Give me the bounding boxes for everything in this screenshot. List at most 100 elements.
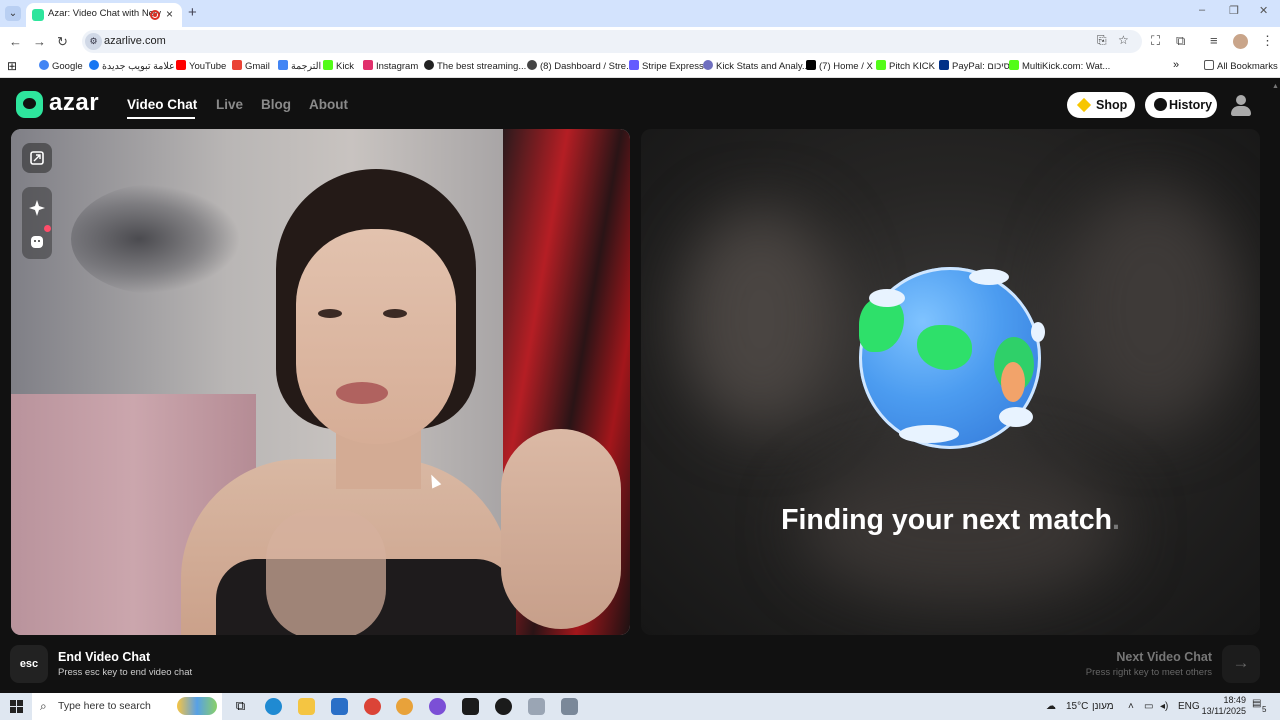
clock-icon xyxy=(1154,98,1167,111)
translate-icon xyxy=(278,60,288,70)
media-controls-icon[interactable]: ≡ xyxy=(1210,33,1218,48)
forward-arrow-icon[interactable]: → xyxy=(33,34,46,49)
ceiling-fan-shape xyxy=(71,184,241,294)
bookmark-youtube[interactable]: YouTube xyxy=(176,60,226,72)
bookmark-google[interactable]: Google xyxy=(39,60,83,72)
nav-blog[interactable]: Blog xyxy=(261,97,291,112)
expand-video-icon[interactable] xyxy=(22,143,52,173)
reload-icon[interactable]: ↻ xyxy=(57,34,68,50)
dashboard-icon xyxy=(527,60,537,70)
taskbar-clock[interactable]: 18:49 13/11/2025 xyxy=(1198,695,1246,717)
chrome-icon[interactable] xyxy=(364,698,381,715)
clock-time: 18:49 xyxy=(1223,695,1246,705)
screen-capture-icon[interactable]: ⛶ xyxy=(1151,33,1160,49)
nav-live[interactable]: Live xyxy=(216,97,243,112)
shop-button[interactable]: Shop xyxy=(1067,92,1135,118)
loading-dots: . xyxy=(1112,504,1120,536)
facebook-icon xyxy=(89,60,99,70)
notifications-icon[interactable]: ▤ xyxy=(1252,698,1261,709)
history-button[interactable]: History xyxy=(1145,92,1217,118)
language-indicator[interactable]: ENG xyxy=(1178,701,1200,712)
scrollbar-up-arrow[interactable]: ▲ xyxy=(1272,83,1279,90)
globe-icon xyxy=(859,267,1045,449)
next-arrow-icon[interactable]: → xyxy=(1222,645,1260,683)
bookmark-pitch-kick[interactable]: Pitch KICK xyxy=(876,60,935,72)
bookmark-gmail[interactable]: Gmail xyxy=(232,60,270,72)
browser-menu-icon[interactable]: ⋮ xyxy=(1261,33,1274,49)
bookmark-stripe[interactable]: Stripe Express xyxy=(629,60,704,72)
end-chat-key-badge[interactable]: esc xyxy=(10,645,48,683)
bookmark-paypal[interactable]: PayPal: סיכום xyxy=(939,60,1010,72)
address-bar-row: ← → ↻ ⚙ azarlive.com ⎘ ☆ ⛶ ⧉ ≡ ⋮ xyxy=(0,27,1280,56)
search-highlight-icon[interactable] xyxy=(177,697,217,715)
remote-video: Finding your next match. xyxy=(641,129,1260,635)
multikick-icon xyxy=(1009,60,1019,70)
app-icon-2[interactable] xyxy=(561,698,578,715)
windows-start-icon[interactable] xyxy=(10,700,23,713)
close-tab-icon[interactable]: × xyxy=(166,7,173,21)
bookmark-star-icon[interactable]: ☆ xyxy=(1118,33,1129,47)
close-window-button[interactable]: ✕ xyxy=(1259,4,1268,17)
temperature[interactable]: 15°C xyxy=(1066,701,1088,712)
bookmark-translate[interactable]: الترجمة xyxy=(278,60,321,72)
azar-logo-icon[interactable] xyxy=(16,91,43,118)
gmail-icon xyxy=(232,60,242,70)
chrome-profile-icon[interactable] xyxy=(396,698,413,715)
maximize-button[interactable]: ❐ xyxy=(1229,4,1239,17)
site-info-icon[interactable]: ⚙ xyxy=(85,33,102,50)
bookmark-x[interactable]: (7) Home / X xyxy=(806,60,873,72)
file-explorer-icon[interactable] xyxy=(298,698,315,715)
end-video-chat-title[interactable]: End Video Chat xyxy=(58,650,150,664)
clock-date: 13/11/2025 xyxy=(1201,706,1246,716)
bookmark-kick-stats[interactable]: Kick Stats and Analy... xyxy=(703,60,810,72)
extensions-icon[interactable]: ⧉ xyxy=(1176,33,1185,49)
all-bookmarks-folder[interactable]: All Bookmarks xyxy=(1204,60,1278,72)
task-view-icon[interactable]: ⧉ xyxy=(232,698,249,715)
weather-icon[interactable]: ☁ xyxy=(1046,701,1056,712)
new-tab-button[interactable]: + xyxy=(188,4,197,21)
url-text[interactable]: azarlive.com xyxy=(104,35,166,47)
next-video-chat-title[interactable]: Next Video Chat xyxy=(1116,650,1212,664)
local-video xyxy=(11,129,630,635)
bookmark-streaming[interactable]: The best streaming... xyxy=(424,60,526,72)
folder-icon xyxy=(1204,60,1214,70)
taskbar-search-placeholder: Type here to search xyxy=(58,700,151,712)
user-profile-icon[interactable] xyxy=(1231,93,1251,117)
nav-video-chat[interactable]: Video Chat xyxy=(127,97,197,112)
more-bookmarks-icon[interactable]: » xyxy=(1173,59,1179,71)
app-icon-1[interactable] xyxy=(528,698,545,715)
weather-description[interactable]: מעונן xyxy=(1092,701,1114,712)
volume-icon[interactable]: ◂) xyxy=(1160,701,1168,712)
bookmark-multikick[interactable]: MultiKick.com: Wat... xyxy=(1009,60,1110,72)
obs-icon[interactable] xyxy=(495,698,512,715)
kick-stats-icon xyxy=(703,60,713,70)
instagram-icon xyxy=(363,60,373,70)
tray-chevron-icon[interactable]: ˄ xyxy=(1128,701,1134,712)
sparkle-effects-icon[interactable] xyxy=(22,193,52,223)
back-arrow-icon[interactable]: ← xyxy=(9,34,22,49)
finding-match-text: Finding your next match. xyxy=(641,504,1260,537)
recording-indicator-icon xyxy=(150,10,160,20)
bookmark-instagram[interactable]: Instagram xyxy=(363,60,418,72)
edge-icon[interactable] xyxy=(265,698,282,715)
video-effects-toolbar xyxy=(22,187,52,267)
active-tab[interactable]: Azar: Video Chat with New × xyxy=(26,3,182,27)
mail-icon[interactable] xyxy=(331,698,348,715)
chat-app-icon[interactable] xyxy=(429,698,446,715)
install-app-icon[interactable]: ⎘ xyxy=(1097,33,1107,48)
omnibox[interactable]: ⚙ azarlive.com ⎘ ☆ xyxy=(82,30,1142,53)
browser-tab-bar: ⌄ Azar: Video Chat with New × + – ❐ ✕ xyxy=(0,0,1280,27)
kick-app-icon[interactable] xyxy=(462,698,479,715)
nav-about[interactable]: About xyxy=(309,97,348,112)
bookmark-kick[interactable]: Kick xyxy=(323,60,354,72)
tab-search-button[interactable]: ⌄ xyxy=(5,6,21,21)
azar-logo-text[interactable]: azar xyxy=(49,89,99,117)
bookmark-new-tab-ar[interactable]: علامة تبويب جديدة xyxy=(89,60,175,72)
apps-grid-icon[interactable]: ⊞ xyxy=(7,59,17,73)
bookmark-dashboard[interactable]: (8) Dashboard / Stre... xyxy=(527,60,634,72)
minimize-button[interactable]: – xyxy=(1199,4,1205,16)
network-icon[interactable]: ▭ xyxy=(1144,701,1153,712)
face-filter-icon[interactable] xyxy=(22,225,52,257)
browser-profile-avatar[interactable] xyxy=(1233,34,1248,49)
taskbar-search-box[interactable]: ⌕ Type here to search xyxy=(32,693,222,720)
